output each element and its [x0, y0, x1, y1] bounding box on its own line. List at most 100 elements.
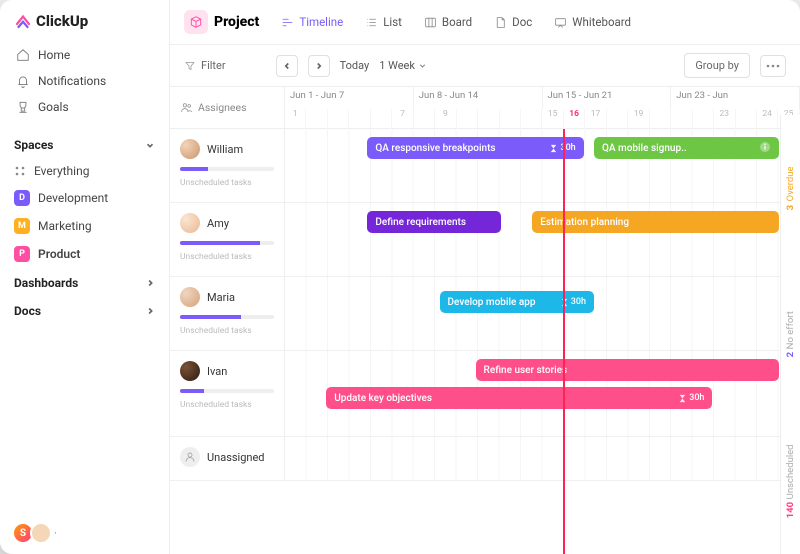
chevron-left-icon: [282, 61, 292, 71]
unscheduled-label[interactable]: Unscheduled tasks: [180, 400, 274, 410]
avatar: [180, 213, 200, 233]
unscheduled-label[interactable]: Unscheduled tasks: [180, 252, 274, 262]
day-label: 16: [564, 109, 585, 129]
tab-whiteboard[interactable]: Whiteboard: [546, 10, 639, 34]
tab-timeline[interactable]: Timeline: [273, 10, 351, 34]
space-prod-badge: P: [14, 246, 30, 262]
nav-notifications[interactable]: Notifications: [8, 68, 161, 94]
chevron-right-icon: [314, 61, 324, 71]
task-qa-mobile[interactable]: QA mobile signup..: [594, 137, 779, 159]
unscheduled-label[interactable]: Unscheduled tasks: [180, 326, 274, 336]
lane-ivan[interactable]: Refine user stories Update key objective…: [285, 351, 800, 436]
rail-noeffort[interactable]: 2No effort: [781, 261, 800, 407]
range-selector[interactable]: 1 Week: [379, 59, 427, 72]
avatar-user[interactable]: [30, 522, 52, 544]
presence-bar[interactable]: S ·: [12, 522, 57, 544]
avatar: [180, 361, 200, 381]
task-update-objectives[interactable]: Update key objectives 30h: [326, 387, 712, 409]
row-william-header[interactable]: William Unscheduled tasks: [170, 129, 285, 202]
lane-unassigned[interactable]: [285, 437, 800, 480]
nav-goals-label: Goals: [38, 100, 69, 114]
timeline-icon: [281, 16, 294, 29]
task-define-requirements[interactable]: Define requirements: [367, 211, 501, 233]
count: 140: [785, 502, 796, 518]
dashboards-header[interactable]: Dashboards: [0, 268, 169, 296]
people-icon: [180, 101, 193, 114]
space-everything[interactable]: Everything: [0, 158, 169, 184]
capacity-bar: [180, 389, 274, 393]
doc-icon: [494, 16, 507, 29]
docs-header[interactable]: Docs: [0, 296, 169, 324]
dashboards-label: Dashboards: [14, 276, 78, 290]
nav-goals[interactable]: Goals: [8, 94, 161, 120]
tab-timeline-label: Timeline: [299, 15, 343, 29]
day-label: 24: [757, 109, 778, 129]
day-label: 17: [585, 109, 606, 129]
rail-unscheduled[interactable]: 140Unscheduled: [781, 408, 800, 554]
nav-home-label: Home: [38, 48, 70, 62]
next-button[interactable]: [308, 55, 330, 77]
grouping-label: Assignees: [198, 101, 247, 114]
sidebar: ClickUp Home Notifications Goals Spaces …: [0, 0, 170, 554]
info-icon: [759, 141, 771, 156]
task-label: Develop mobile app: [448, 297, 536, 308]
nav-list: Home Notifications Goals: [0, 40, 169, 130]
task-label: Update key objectives: [334, 393, 432, 404]
logo[interactable]: ClickUp: [0, 0, 169, 40]
task-label: Refine user stories: [484, 365, 568, 376]
chevron-down-icon: [145, 140, 155, 150]
row-unassigned-header[interactable]: Unassigned: [170, 437, 285, 480]
row-ivan-header[interactable]: Ivan Unscheduled tasks: [170, 351, 285, 436]
task-estimation-planning[interactable]: Estimation planning: [532, 211, 779, 233]
spaces-header[interactable]: Spaces: [0, 130, 169, 158]
space-product[interactable]: P Product: [0, 240, 169, 268]
task-hours: 30h: [549, 143, 575, 153]
timeline-body: William Unscheduled tasks QA responsive …: [170, 129, 800, 554]
tab-board[interactable]: Board: [416, 10, 480, 34]
unscheduled-label[interactable]: Unscheduled tasks: [180, 178, 274, 188]
grouping-column-header[interactable]: Assignees: [170, 87, 285, 128]
day-label: 1: [285, 109, 306, 129]
assignee-name: William: [207, 143, 243, 156]
today-button[interactable]: Today: [340, 59, 370, 72]
groupby-button[interactable]: Group by: [684, 53, 750, 78]
row-maria-header[interactable]: Maria Unscheduled tasks: [170, 277, 285, 350]
row-maria: Maria Unscheduled tasks Develop mobile a…: [170, 277, 800, 351]
space-development[interactable]: D Development: [0, 184, 169, 212]
filter-label: Filter: [201, 59, 226, 72]
assignee-name: Maria: [207, 291, 235, 304]
day-label: 23: [714, 109, 735, 129]
day-label: [736, 109, 757, 129]
prev-button[interactable]: [276, 55, 298, 77]
task-hours: 30h: [560, 297, 586, 307]
task-develop-mobile[interactable]: Develop mobile app 30h: [440, 291, 595, 313]
tab-doc[interactable]: Doc: [486, 10, 540, 34]
space-marketing[interactable]: M Marketing: [0, 212, 169, 240]
avatar: [180, 287, 200, 307]
task-label: QA mobile signup..: [602, 143, 687, 154]
rail-overdue[interactable]: 3Overdue: [781, 115, 800, 261]
day-label: [414, 109, 435, 129]
task-refine-stories[interactable]: Refine user stories: [476, 359, 780, 381]
task-label: Define requirements: [375, 217, 466, 228]
task-label: QA responsive breakpoints: [375, 143, 495, 154]
week-label: Jun 1 - Jun 7: [285, 87, 414, 109]
more-menu-button[interactable]: [760, 55, 786, 77]
filter-button[interactable]: Filter: [184, 59, 226, 72]
home-icon: [16, 48, 30, 62]
tab-list-label: List: [383, 15, 402, 29]
nav-home[interactable]: Home: [8, 42, 161, 68]
row-ivan: Ivan Unscheduled tasks Refine user stori…: [170, 351, 800, 437]
row-amy-header[interactable]: Amy Unscheduled tasks: [170, 203, 285, 276]
task-qa-responsive[interactable]: QA responsive breakpoints 30h: [367, 137, 583, 159]
lane-maria[interactable]: Develop mobile app 30h: [285, 277, 800, 350]
clickup-logo-icon: [14, 12, 32, 30]
project-title: Project: [214, 14, 259, 30]
lane-william[interactable]: QA responsive breakpoints 30h QA mobile …: [285, 129, 800, 202]
capacity-bar: [180, 167, 274, 171]
tab-list[interactable]: List: [357, 10, 410, 34]
row-unassigned: Unassigned: [170, 437, 800, 481]
lane-amy[interactable]: Define requirements Estimation planning: [285, 203, 800, 276]
space-dev-label: Development: [38, 191, 108, 205]
space-mkt-badge: M: [14, 218, 30, 234]
